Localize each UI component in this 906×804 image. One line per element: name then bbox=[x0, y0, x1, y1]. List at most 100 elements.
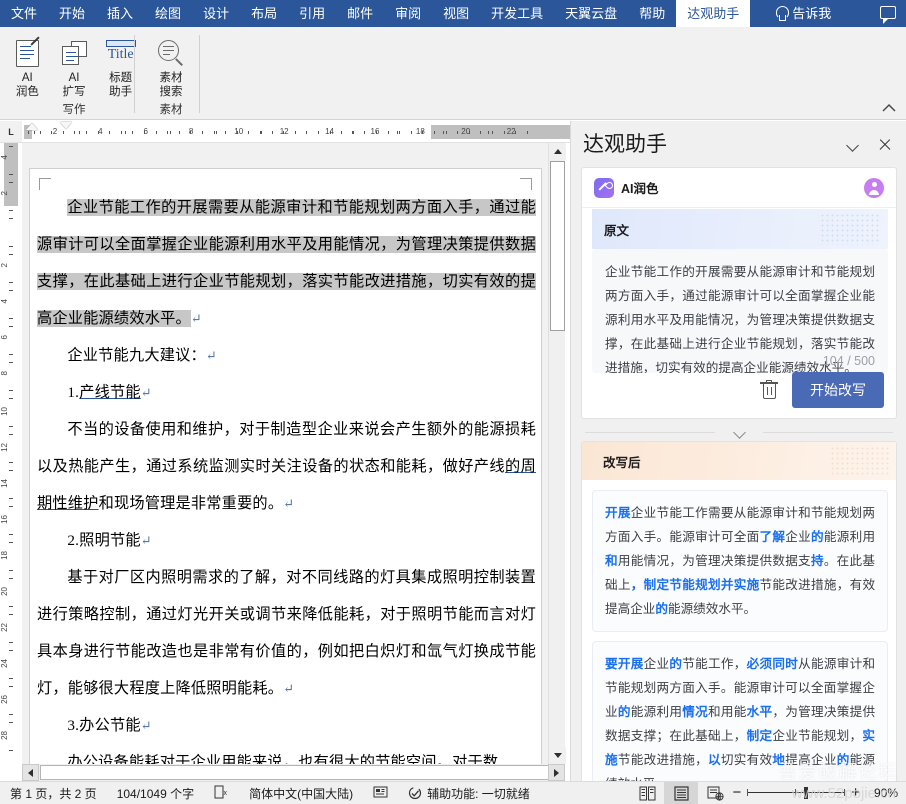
read-mode-button[interactable] bbox=[630, 782, 664, 804]
ai-polish-label-2: 润色 bbox=[15, 86, 39, 98]
heading-3-office[interactable]: 3.办公节能↵ bbox=[37, 707, 536, 744]
ai-polish-badge-icon bbox=[594, 177, 614, 198]
zoom-control[interactable]: − + 90% bbox=[732, 785, 906, 800]
ruler-minor-mark bbox=[480, 131, 482, 134]
ribbon-tab-5[interactable]: 布局 bbox=[240, 0, 288, 27]
ai-polish-icon bbox=[15, 35, 39, 71]
panel-close-button[interactable] bbox=[873, 133, 895, 155]
assistant-panel-title: 达观助手 bbox=[583, 133, 667, 156]
scroll-right-button[interactable] bbox=[548, 764, 565, 781]
ribbon-tab-3[interactable]: 绘图 bbox=[144, 0, 192, 27]
accessibility-status[interactable]: 辅助功能: 一切就绪 bbox=[398, 785, 540, 802]
ruler-track: 246810121416182022 bbox=[24, 125, 570, 139]
comment-icon[interactable] bbox=[880, 6, 896, 24]
ribbon-tab-9[interactable]: 视图 bbox=[432, 0, 480, 27]
ribbon-tab-6[interactable]: 引用 bbox=[288, 0, 336, 27]
ribbon-tab-1[interactable]: 开始 bbox=[48, 0, 96, 27]
title-assistant-button[interactable]: Title 标题 助手 bbox=[97, 33, 144, 99]
input-method-icon[interactable] bbox=[363, 785, 398, 802]
word-count[interactable]: 104/1049 个字 bbox=[107, 785, 204, 802]
ribbon-tab-10[interactable]: 开发工具 bbox=[480, 0, 554, 27]
document-page[interactable]: 企业节能工作的开展需要从能源审计和节能规划两方面入手，通过能源审计可以全面掌握企… bbox=[29, 168, 542, 764]
chevron-down-divider-icon[interactable] bbox=[733, 426, 746, 439]
ruler-minor-mark bbox=[445, 131, 447, 134]
start-rewrite-button[interactable]: 开始改写 bbox=[792, 372, 884, 408]
source-text-box[interactable]: 企业节能工作的开展需要从能源审计和节能规划两方面入手，通过能源审计可以全面掌握企… bbox=[592, 249, 888, 373]
ribbon-tab-13[interactable]: 达观助手 bbox=[676, 0, 751, 27]
web-layout-button[interactable] bbox=[698, 782, 732, 804]
trash-icon[interactable] bbox=[760, 379, 778, 400]
para-highlighted[interactable]: 企业节能工作的开展需要从能源审计和节能规划两方面入手，通过能源审计可以全面掌握企… bbox=[37, 189, 536, 337]
zoom-slider-thumb[interactable] bbox=[804, 787, 809, 799]
print-layout-button[interactable] bbox=[664, 781, 699, 804]
vruler-mark bbox=[9, 354, 13, 355]
ruler-minor-mark bbox=[434, 131, 435, 134]
heading-2-lighting[interactable]: 2.照明节能↵ bbox=[37, 522, 536, 559]
scroll-up-button[interactable] bbox=[549, 143, 566, 160]
tell-me-button[interactable]: 告诉我 bbox=[768, 0, 839, 27]
ruler-minor-mark bbox=[225, 131, 227, 134]
ribbon-tab-12[interactable]: 帮助 bbox=[628, 0, 676, 27]
horizontal-scroll-thumb[interactable] bbox=[40, 765, 550, 780]
vruler-mark bbox=[9, 362, 13, 363]
language-indicator[interactable]: 简体中文(中国大陆) bbox=[239, 785, 363, 802]
divider-line-right bbox=[763, 432, 893, 433]
rewrite-results-list[interactable]: 开展企业节能工作需要从能源审计和节能规划两方面入手。能源审计可全面了解企业的能源… bbox=[582, 480, 896, 785]
rewrite-result-2[interactable]: 要开展企业的节能工作，必须同时从能源审计和节能规划两方面入手。能源审计可以全面掌… bbox=[592, 641, 888, 785]
vruler-mark bbox=[9, 678, 13, 679]
para-nine-suggestions[interactable]: 企业节能九大建议：↵ bbox=[37, 337, 536, 374]
rewrite-result-1[interactable]: 开展企业节能工作需要从能源审计和节能规划两方面入手。能源审计可全面了解企业的能源… bbox=[592, 490, 888, 632]
ribbon-tab-8[interactable]: 审阅 bbox=[384, 0, 432, 27]
ruler-minor-mark bbox=[120, 131, 122, 134]
vruler-mark bbox=[9, 318, 13, 319]
ai-polish-card-header: AI润色 bbox=[582, 168, 896, 208]
proofing-status-icon[interactable]: x bbox=[204, 785, 239, 802]
zoom-in-button[interactable]: + bbox=[851, 785, 860, 800]
document-horizontal-scrollbar[interactable] bbox=[22, 764, 565, 781]
para-lighting-body[interactable]: 基于对厂区内照明需求的了解，对不同线路的灯具集成照明控制装置进行策略控制，通过灯… bbox=[37, 559, 536, 707]
hanging-indent-marker[interactable] bbox=[26, 123, 38, 130]
scroll-left-button[interactable] bbox=[22, 764, 39, 781]
divider-line-left bbox=[585, 432, 715, 433]
section-divider[interactable] bbox=[571, 425, 906, 439]
vruler-mark bbox=[9, 578, 13, 579]
ribbon-tab-bar: 文件 开始 插入 绘图 设计 布局 引用 邮件 审阅 视图 开发工具 天翼云盘 帮助 达观助手 告诉我 bbox=[0, 0, 906, 27]
ribbon-tab-11[interactable]: 天翼云盘 bbox=[554, 0, 628, 27]
ruler-mark bbox=[442, 131, 444, 134]
vruler-tick-28: 28 bbox=[0, 731, 9, 740]
vruler-tick-16: 16 bbox=[0, 515, 9, 524]
ribbon-tab-0[interactable]: 文件 bbox=[0, 0, 48, 27]
ai-polish-card-actions: 开始改写 bbox=[582, 370, 896, 410]
ruler-mark bbox=[34, 131, 35, 134]
vertical-ruler[interactable]: 4 2 2 4 6 8 10 12 14 16 18 20 22 24 26 28 bbox=[0, 143, 22, 764]
scroll-down-button[interactable] bbox=[549, 747, 566, 764]
horizontal-ruler[interactable]: L 246810121416182022 bbox=[0, 121, 570, 143]
user-avatar[interactable] bbox=[864, 178, 884, 198]
ruler-mark bbox=[79, 131, 81, 134]
page-indicator[interactable]: 第 1 页，共 2 页 bbox=[0, 785, 107, 802]
ribbon-collapse-icon[interactable] bbox=[882, 101, 896, 115]
heading-1-production-line[interactable]: 1.产线节能↵ bbox=[37, 374, 536, 411]
ai-expand-button[interactable]: AI 扩写 bbox=[51, 33, 98, 99]
vertical-scroll-thumb[interactable] bbox=[550, 161, 565, 331]
zoom-slider[interactable] bbox=[747, 786, 846, 800]
ribbon-tab-7[interactable]: 邮件 bbox=[336, 0, 384, 27]
document-text-body[interactable]: 企业节能工作的开展需要从能源审计和节能规划两方面入手，通过能源审计可以全面掌握企… bbox=[30, 189, 543, 764]
vruler-tick-14: 14 bbox=[0, 479, 9, 488]
tab-stop-selector[interactable]: L bbox=[0, 121, 22, 142]
material-search-button[interactable]: 素材 搜索 bbox=[147, 33, 195, 99]
para-office-body[interactable]: 办公设备能耗对于企业用能来说，也有很大的节能空间。对于数 bbox=[37, 744, 536, 764]
ribbon-tab-2[interactable]: 插入 bbox=[96, 0, 144, 27]
zoom-percent-label[interactable]: 90% bbox=[866, 786, 898, 800]
document-vertical-scrollbar[interactable] bbox=[548, 143, 566, 764]
ribbon-tab-4[interactable]: 设计 bbox=[192, 0, 240, 27]
zoom-out-button[interactable]: − bbox=[732, 785, 741, 800]
panel-collapse-button[interactable] bbox=[841, 133, 863, 155]
ai-polish-button[interactable]: AI 润色 bbox=[4, 33, 51, 99]
accessibility-label: 辅助功能: 一切就绪 bbox=[427, 786, 530, 801]
first-line-indent-marker[interactable] bbox=[60, 122, 72, 129]
para-production-line-body[interactable]: 不当的设备使用和维护，对于制造型企业来说会产生额外的能源损耗以及热能产生，通过系… bbox=[37, 411, 536, 522]
document-canvas[interactable]: 企业节能工作的开展需要从能源审计和节能规划两方面入手，通过能源审计可以全面掌握企… bbox=[22, 143, 548, 764]
ruler-minor-mark bbox=[167, 131, 169, 134]
ruler-mark bbox=[215, 131, 217, 134]
